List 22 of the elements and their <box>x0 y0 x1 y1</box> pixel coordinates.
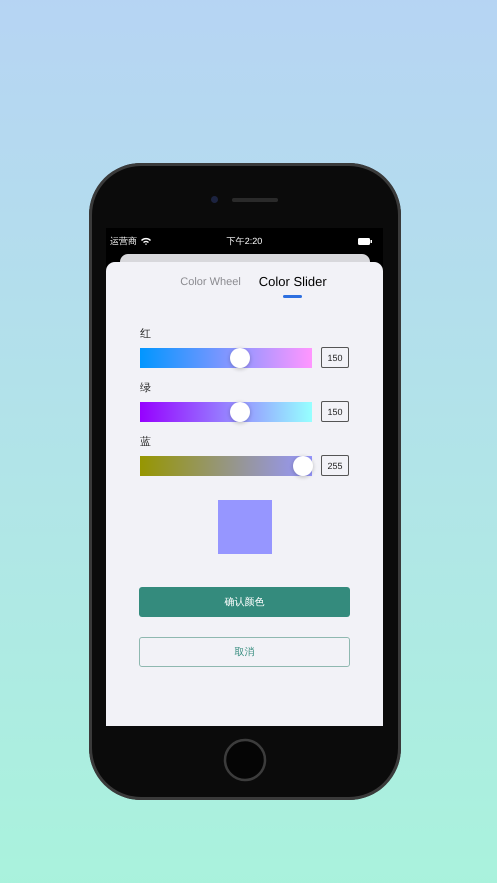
slider-track[interactable] <box>140 456 312 476</box>
confirm-button[interactable]: 确认颜色 <box>139 587 350 617</box>
slider-label: 红 <box>140 327 151 341</box>
status-time: 下午2:20 <box>226 234 264 248</box>
value-field[interactable]: 150 <box>321 401 349 422</box>
value-field[interactable]: 150 <box>321 347 349 368</box>
color-preview <box>218 500 272 554</box>
cancel-button[interactable]: 取消 <box>139 637 350 667</box>
carrier-name: 运营商 <box>110 234 137 248</box>
slider-label: 蓝 <box>140 435 151 449</box>
camera-icon <box>211 196 218 203</box>
tab[interactable]: Color Slider <box>258 274 327 298</box>
slider-thumb[interactable] <box>230 402 250 422</box>
value-field[interactable]: 255 <box>321 455 349 476</box>
slider-track[interactable] <box>140 402 312 422</box>
battery-icon <box>358 238 372 244</box>
home-button[interactable] <box>222 738 266 782</box>
slider-track[interactable] <box>140 348 312 368</box>
slider-thumb[interactable] <box>230 348 250 368</box>
slider-label: 绿 <box>140 381 151 395</box>
wifi-icon <box>141 237 151 245</box>
slider-thumb[interactable] <box>293 456 313 476</box>
